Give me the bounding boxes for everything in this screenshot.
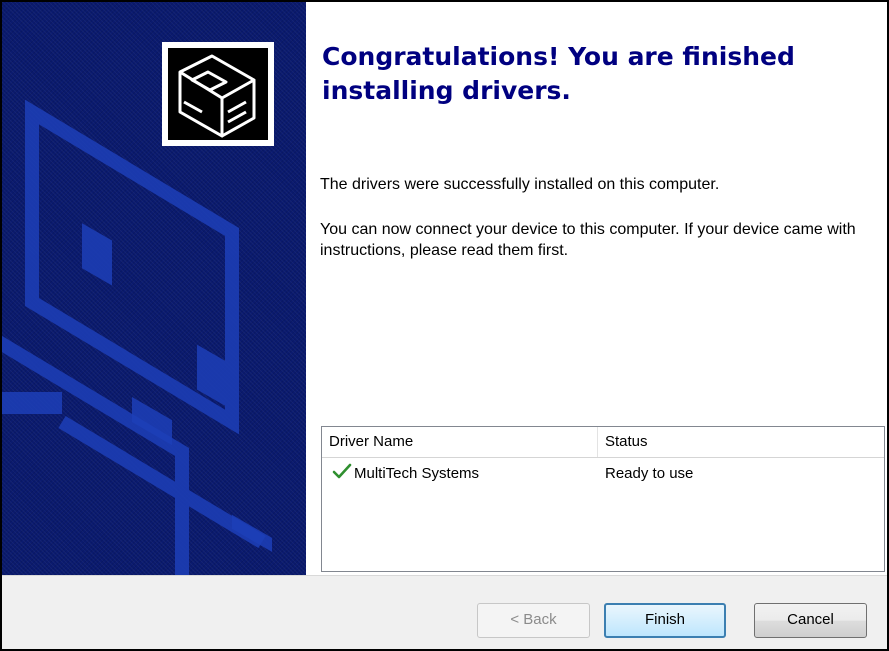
instructions-message: You can now connect your device to this …	[320, 221, 856, 259]
hardware-drive-icon	[162, 42, 274, 146]
column-header-status[interactable]: Status	[598, 427, 884, 457]
wizard-banner	[2, 2, 306, 575]
wizard-window: Congratulations! You are finished instal…	[0, 0, 889, 651]
finish-button[interactable]: Finish	[604, 603, 726, 638]
back-button[interactable]: < Back	[477, 603, 590, 638]
table-row[interactable]: MultiTech Systems Ready to use	[322, 459, 884, 489]
success-message: The drivers were successfully installed …	[320, 176, 720, 193]
button-bar: < Back Finish Cancel	[2, 575, 887, 649]
driver-list[interactable]: Driver Name Status MultiTech Systems Rea…	[321, 426, 885, 572]
checkmark-icon	[332, 463, 352, 479]
cancel-button[interactable]: Cancel	[754, 603, 867, 638]
column-header-driver-name[interactable]: Driver Name	[322, 427, 598, 457]
driver-status: Ready to use	[605, 465, 694, 482]
driver-name: MultiTech Systems	[354, 465, 480, 482]
page-title: Congratulations! You are finished instal…	[322, 42, 795, 105]
driver-name-cell: MultiTech Systems	[332, 459, 598, 489]
driver-list-header: Driver Name Status	[322, 427, 884, 458]
